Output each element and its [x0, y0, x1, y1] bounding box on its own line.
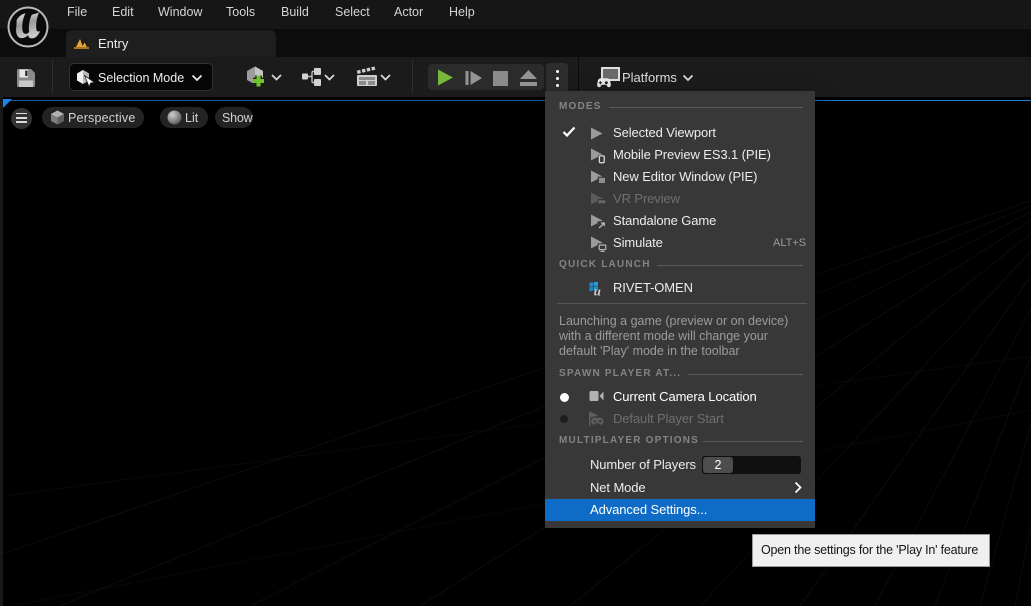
svg-text:u: u [594, 284, 601, 297]
